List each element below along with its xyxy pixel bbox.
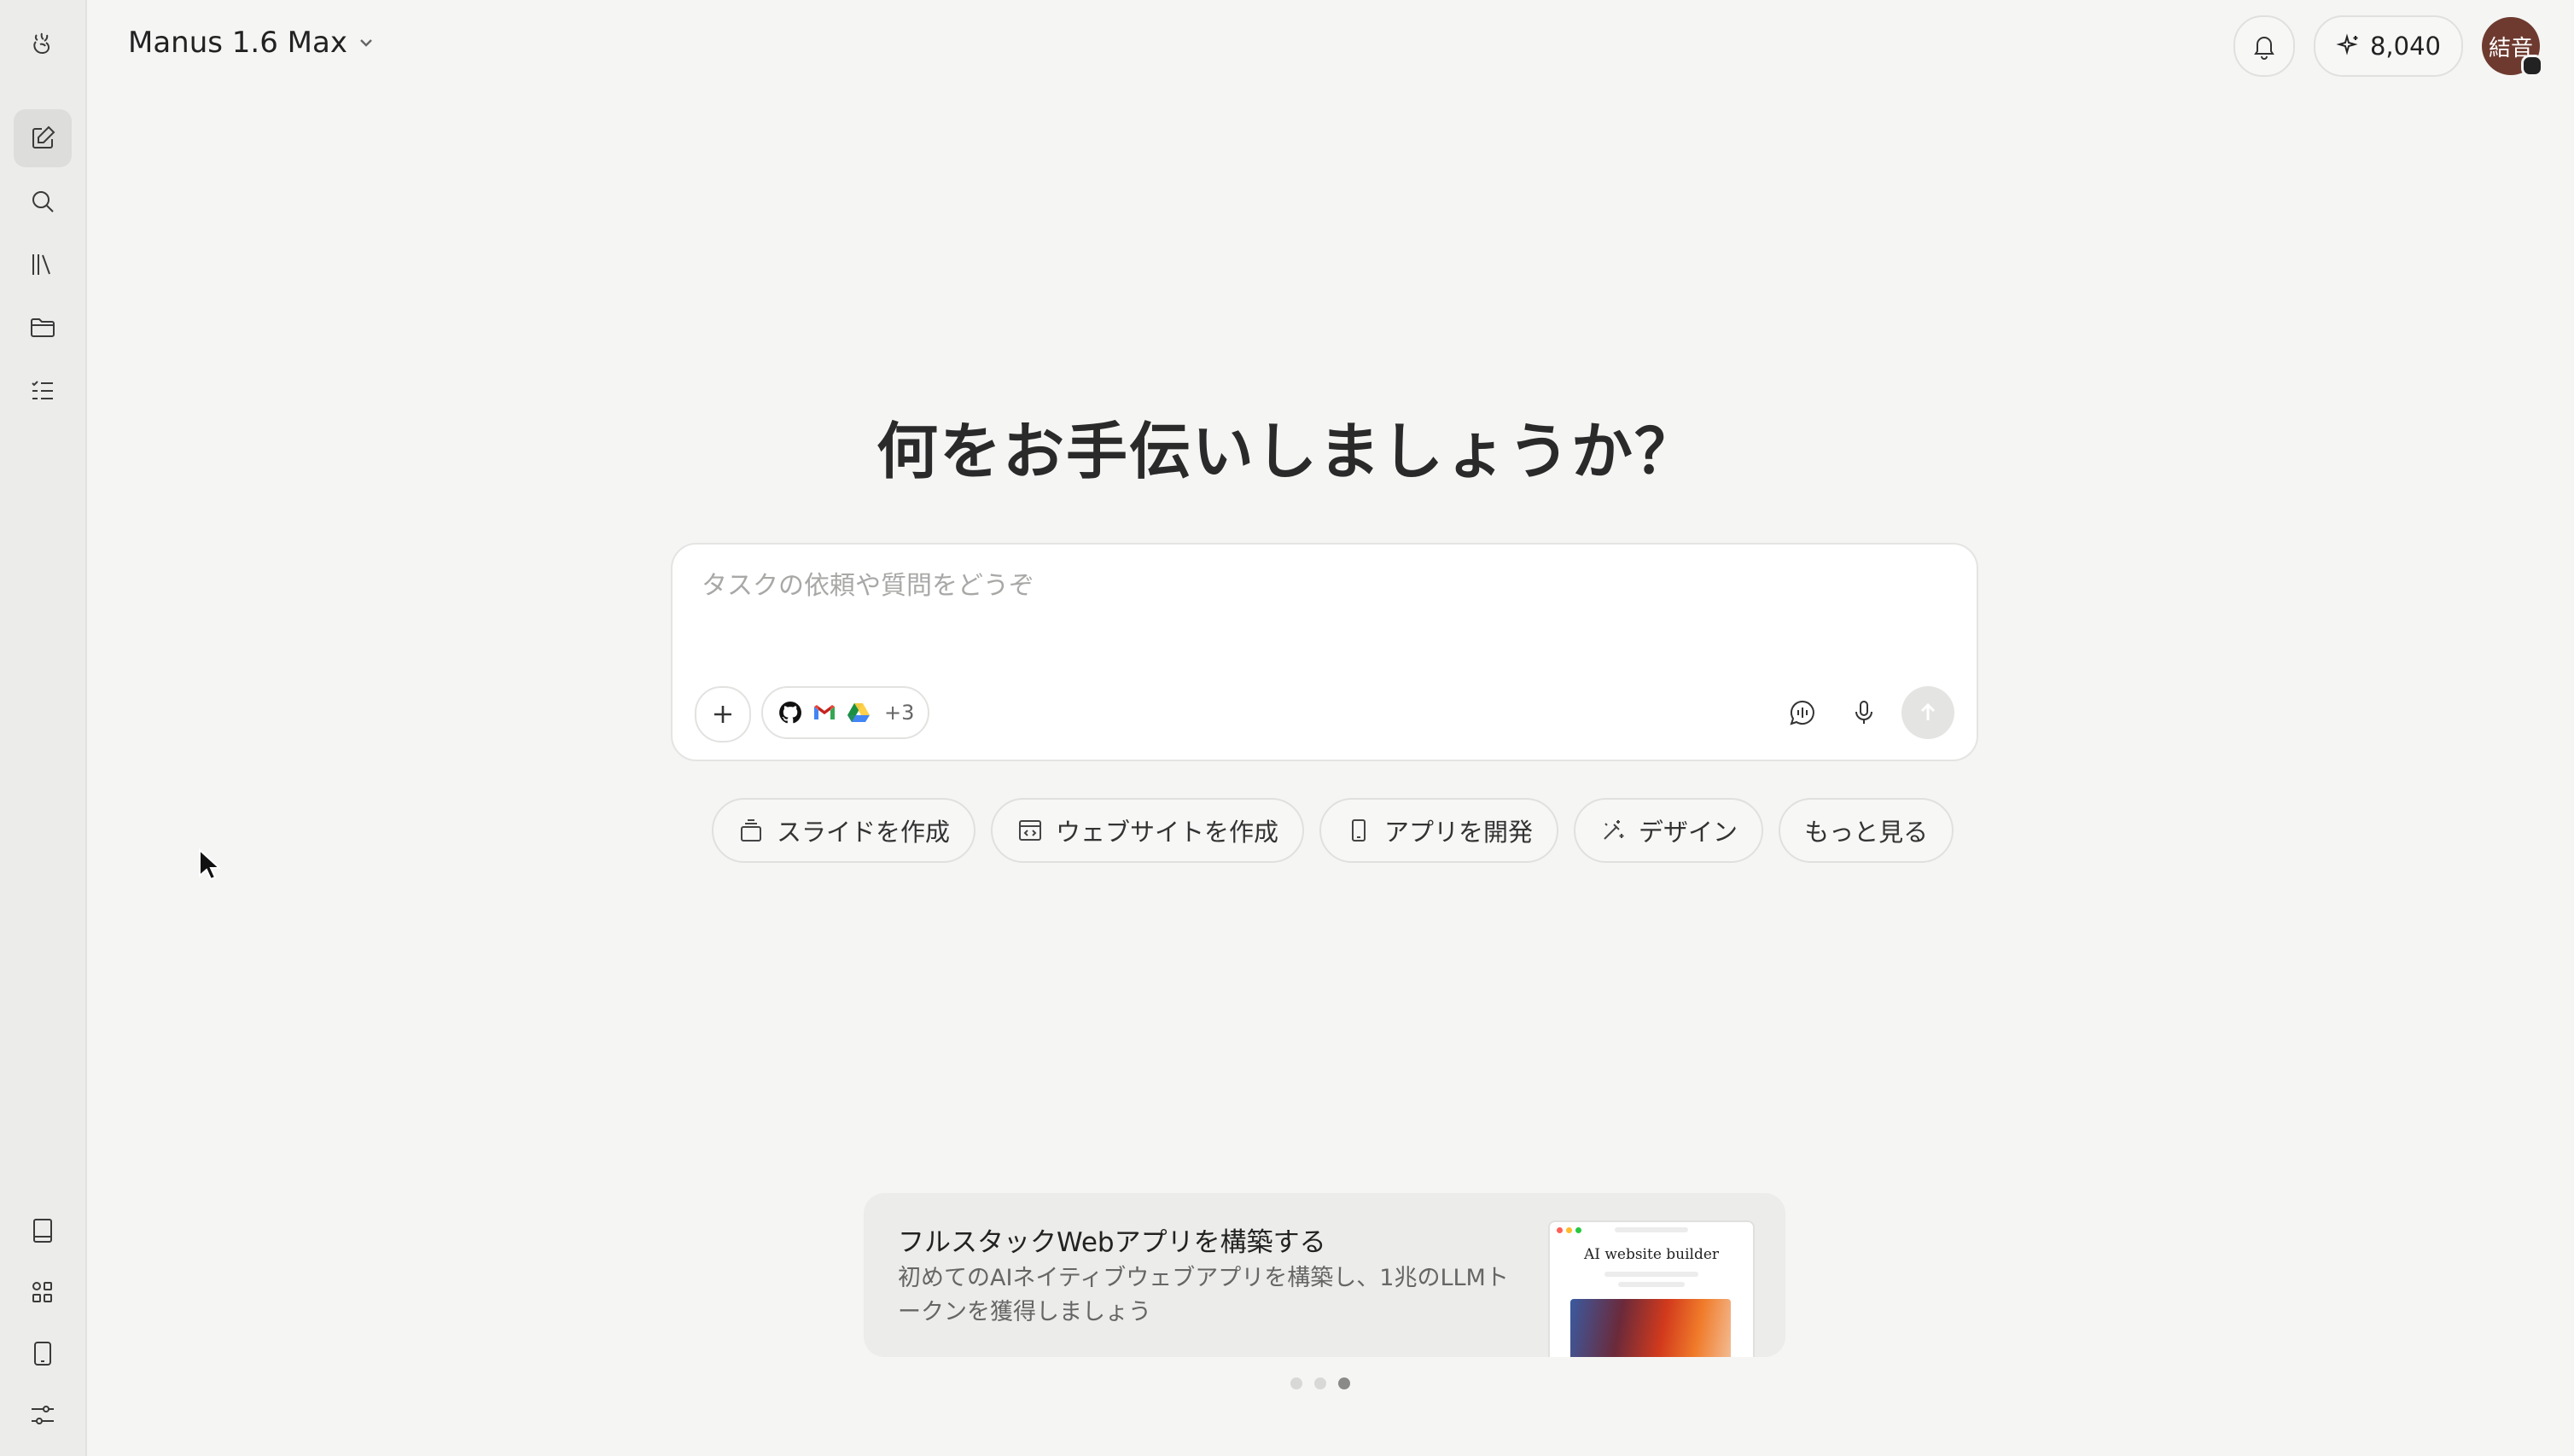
avatar[interactable]: 結音 <box>2482 17 2543 77</box>
manus-logo-icon[interactable] <box>14 15 72 73</box>
avatar-status-dot <box>2521 55 2543 77</box>
gmail-icon <box>814 705 835 719</box>
carousel-pager <box>1290 1377 1350 1389</box>
pager-dot[interactable] <box>1290 1377 1302 1389</box>
arrow-up-icon <box>1920 702 1936 720</box>
microphone-button[interactable] <box>1840 686 1888 739</box>
design-icon <box>1604 820 1624 840</box>
folder-icon[interactable] <box>14 299 72 357</box>
page-title: 何をお手伝いしましょうか？ <box>876 415 1698 487</box>
top-right-controls: 8,040 結音 <box>2233 15 2543 77</box>
search-icon[interactable] <box>14 172 72 230</box>
chip-create-website[interactable]: ウェブサイトを作成 <box>991 798 1305 863</box>
sidebar <box>0 0 87 1456</box>
pager-dot-active[interactable] <box>1338 1377 1350 1389</box>
app-window: Manus 1.6 Max 8,040 結音 何をお手伝いしましょうか？ タスク… <box>0 0 2574 1456</box>
chip-label: もっと見る <box>1804 818 1929 847</box>
plus-icon <box>714 706 731 723</box>
phone-icon <box>1352 819 1366 842</box>
notifications-button[interactable] <box>2233 15 2295 77</box>
library-icon[interactable] <box>14 236 72 294</box>
quick-actions: スライドを作成 ウェブサイトを作成 アプリを開発 デザイン もっと見る <box>712 798 1954 863</box>
chip-label: スライドを作成 <box>777 818 951 847</box>
task-input[interactable] <box>700 570 1949 602</box>
settings-icon[interactable] <box>14 1386 72 1444</box>
promo-description: 初めてのAIネイティブウェブアプリを構築し、1兆のLLMトークンを獲得しましょう <box>898 1265 1509 1325</box>
chip-label: ウェブサイトを作成 <box>1056 818 1279 847</box>
voice-chat-button[interactable] <box>1779 686 1826 739</box>
book-icon[interactable] <box>14 1202 72 1260</box>
chevron-down-icon <box>360 39 372 47</box>
send-button[interactable] <box>1901 686 1954 739</box>
window-dots <box>1557 1227 1581 1233</box>
thumb-bar <box>1618 1282 1685 1287</box>
composer-actions <box>1779 686 1954 739</box>
thumb-gradient-image <box>1570 1299 1731 1357</box>
sparkle-icon <box>2336 33 2358 55</box>
chip-design[interactable]: デザイン <box>1574 798 1764 863</box>
promo-title: フルスタックWebアプリを構築する <box>898 1227 1326 1258</box>
task-composer: +3 <box>671 543 1978 761</box>
thumb-title: AI website builder <box>1583 1246 1720 1263</box>
tablet-icon[interactable] <box>14 1325 72 1383</box>
chip-label: アプリを開発 <box>1384 818 1534 847</box>
voice-chat-icon <box>1790 700 1814 725</box>
slides-icon <box>741 819 761 842</box>
chip-develop-app[interactable]: アプリを開発 <box>1319 798 1559 863</box>
new-task-icon[interactable] <box>14 109 72 167</box>
connectors-button[interactable]: +3 <box>761 686 930 739</box>
credits-button[interactable]: 8,040 <box>2313 15 2463 77</box>
microphone-icon <box>1855 701 1872 724</box>
credits-count: 8,040 <box>2369 32 2441 61</box>
google-drive-icon <box>847 703 870 722</box>
pager-dot[interactable] <box>1314 1377 1326 1389</box>
model-selector[interactable]: Manus 1.6 Max <box>128 26 376 60</box>
mouse-cursor-icon <box>199 848 220 881</box>
promo-card[interactable]: フルスタックWebアプリを構築する 初めてのAIネイティブウェブアプリを構築し、… <box>864 1193 1785 1357</box>
apps-icon[interactable] <box>14 1263 72 1321</box>
chip-see-more[interactable]: もっと見る <box>1779 798 1954 863</box>
thumb-bar <box>1604 1272 1698 1277</box>
bell-icon <box>2254 37 2274 60</box>
promo-thumbnail: AI website builder <box>1548 1220 1755 1357</box>
chip-label: デザイン <box>1639 818 1738 847</box>
github-icon <box>779 702 801 724</box>
attach-button[interactable] <box>695 686 751 743</box>
chip-create-slides[interactable]: スライドを作成 <box>712 798 976 863</box>
thumb-bar <box>1615 1227 1688 1232</box>
website-icon <box>1019 820 1042 841</box>
connectors-more-count: +3 <box>884 701 915 725</box>
model-label: Manus 1.6 Max <box>128 26 347 60</box>
